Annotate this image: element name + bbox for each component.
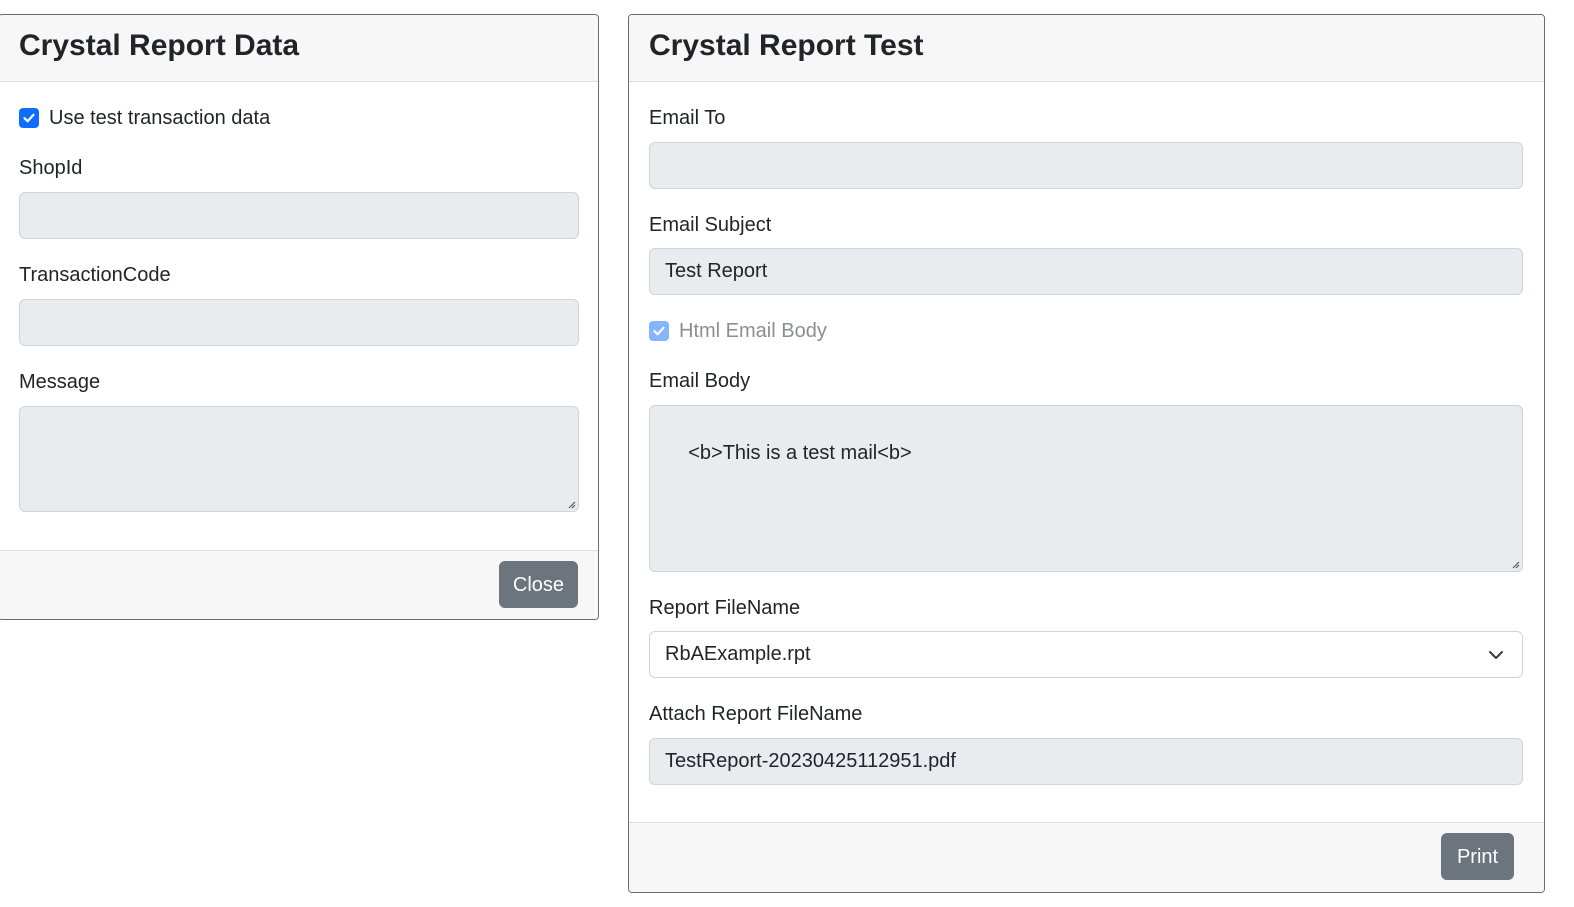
email-body-label: Email Body — [649, 370, 751, 392]
report-filename-select[interactable]: RbAExample.rpt — [649, 631, 1523, 678]
email-subject-input[interactable]: Test Report — [649, 248, 1523, 295]
close-button[interactable]: Close — [499, 561, 578, 608]
shop-id-input[interactable] — [19, 192, 579, 239]
chevron-down-icon — [1489, 651, 1503, 659]
email-body-text: <b>This is a test mail<b> — [688, 442, 912, 464]
attach-filename-label: Attach Report FileName — [649, 703, 863, 725]
crystal-report-test-card: Crystal Report Test Email To Email Subje… — [628, 14, 1545, 893]
card-footer: Close — [0, 550, 598, 619]
html-email-body-checkbox[interactable] — [649, 321, 669, 341]
shop-id-label: ShopId — [19, 157, 83, 179]
email-subject-label: Email Subject — [649, 214, 772, 236]
message-textarea[interactable] — [19, 406, 579, 512]
resize-grip-icon[interactable] — [1510, 559, 1520, 569]
card-header: Crystal Report Test — [629, 15, 1544, 82]
email-to-input[interactable] — [649, 142, 1523, 189]
crystal-report-data-card: Crystal Report Data Use test transaction… — [0, 14, 599, 620]
use-test-data-label: Use test transaction data — [49, 107, 271, 129]
print-button[interactable]: Print — [1441, 833, 1514, 880]
check-icon — [653, 326, 665, 336]
transaction-code-input[interactable] — [19, 299, 579, 346]
transaction-code-label: TransactionCode — [19, 264, 171, 286]
report-filename-label: Report FileName — [649, 597, 801, 619]
attach-filename-input[interactable]: TestReport-20230425112951.pdf — [649, 738, 1523, 785]
card-title: Crystal Report Data — [19, 29, 300, 62]
report-filename-value: RbAExample.rpt — [665, 643, 811, 665]
resize-grip-icon[interactable] — [566, 499, 576, 509]
email-to-label: Email To — [649, 107, 726, 129]
html-email-body-label: Html Email Body — [679, 320, 827, 342]
email-body-textarea[interactable]: <b>This is a test mail<b> — [649, 405, 1523, 572]
message-label: Message — [19, 371, 101, 393]
card-header: Crystal Report Data — [0, 15, 598, 82]
check-icon — [23, 113, 35, 123]
use-test-data-checkbox[interactable] — [19, 108, 39, 128]
card-footer: Print — [629, 822, 1544, 892]
card-title: Crystal Report Test — [649, 29, 924, 62]
